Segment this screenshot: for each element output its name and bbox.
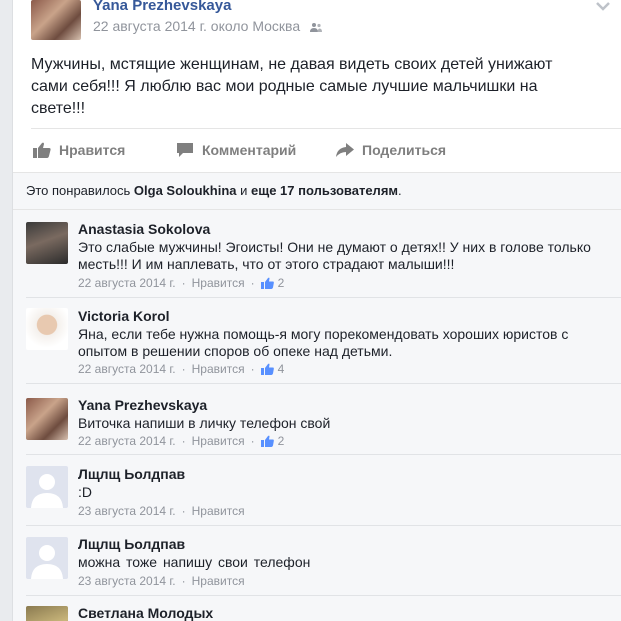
thumbs-up-icon [260,435,274,447]
default-avatar-icon[interactable] [26,537,68,579]
divider [26,383,621,384]
comment-author[interactable]: Victoria Korol [78,308,170,324]
comment-text: Яна, если тебе нужна помощь-я могу порек… [78,326,569,359]
comment-author[interactable]: Лщлщ Ьолдпав [78,536,185,552]
post-meta: 22 августа 2014 г. около Москва [93,18,323,34]
comment-meta: 23 августа 2014 г. · Нравится [78,574,245,588]
avatar[interactable] [26,606,68,621]
avatar[interactable] [26,222,68,264]
post-date-location[interactable]: 22 августа 2014 г. около Москва [93,18,300,34]
comment-like-link[interactable]: Нравится [192,504,245,518]
post-card: Yana Prezhevskaya 22 августа 2014 г. око… [12,0,621,621]
comment-meta: 23 августа 2014 г. · Нравится [78,504,245,518]
comment-like-link[interactable]: Нравится [192,434,245,448]
chevron-down-icon[interactable] [596,2,610,12]
friends-icon[interactable] [310,22,323,32]
comment-date[interactable]: 22 августа 2014 г. [78,434,176,448]
divider [26,595,621,596]
post-text: Мужчины, мстящие женщинам, не давая виде… [31,56,553,117]
comments-list: Anastasia Sokolova Это слабые мужчины! Э… [13,210,621,621]
likes-summary: Это понравилось Olga Soloukhina и еще 17… [13,172,621,210]
like-label: Нравится [59,142,126,158]
comment-meta: 22 августа 2014 г. · Нравится · 4 [78,362,285,376]
comment-text: Виточка напиши в личку телефон свой [78,415,331,431]
comment-date[interactable]: 23 августа 2014 г. [78,574,176,588]
like-button[interactable]: Нравится [33,137,125,163]
comment-like-link[interactable]: Нравится [192,574,245,588]
share-button[interactable]: Поделиться [336,137,446,163]
divider [31,128,621,129]
comment-author[interactable]: Лщлщ Ьолдпав [78,466,185,482]
likes-prefix: Это понравилось [26,183,134,198]
likes-middle: и [236,183,251,198]
thumbs-up-icon [260,277,274,289]
likes-suffix: . [398,183,402,198]
comment-text: Это слабые мужчины! Эгоисты! Они не дума… [78,239,591,272]
comment-like-link[interactable]: Нравится [192,362,245,376]
comment-author[interactable]: Светлана Молодых [78,605,213,621]
thumbs-up-icon [33,142,51,158]
speech-bubble-icon [177,143,193,157]
likes-text: Это понравилось Olga Soloukhina и еще 17… [26,183,402,198]
post-actions: Нравится Комментарий Поделиться [31,137,591,163]
comment-date[interactable]: 23 августа 2014 г. [78,504,176,518]
share-arrow-icon [336,143,354,157]
comment-date[interactable]: 22 августа 2014 г. [78,276,176,290]
liker-name[interactable]: Olga Soloukhina [134,183,237,198]
comment-like-link[interactable]: Нравится [192,276,245,290]
comment-like-count[interactable]: 4 [278,362,285,376]
comment-meta: 22 августа 2014 г. · Нравится · 2 [78,276,285,290]
comment-author[interactable]: Yana Prezhevskaya [78,397,207,413]
comment-like-count[interactable]: 2 [278,276,285,290]
divider [26,525,621,526]
divider [26,297,621,298]
comment-text: можна тоже напишу свои телефон [78,554,311,570]
comment-like-count[interactable]: 2 [278,434,285,448]
avatar[interactable] [26,308,68,350]
avatar[interactable] [26,398,68,440]
divider [26,454,621,455]
default-avatar-icon[interactable] [26,466,68,508]
comment-meta: 22 августа 2014 г. · Нравится · 2 [78,434,285,448]
author-name[interactable]: Yana Prezhevskaya [93,0,231,14]
post-header: Yana Prezhevskaya 22 августа 2014 г. око… [13,0,621,48]
comment-date[interactable]: 22 августа 2014 г. [78,362,176,376]
other-likers-link[interactable]: еще 17 пользователям [251,183,398,198]
author-avatar[interactable] [31,0,81,40]
comment-author[interactable]: Anastasia Sokolova [78,221,210,237]
comment-label: Комментарий [202,142,297,158]
comment-text: :D [78,484,92,500]
comment-button[interactable]: Комментарий [176,137,296,163]
share-label: Поделиться [362,142,447,158]
thumbs-up-icon [260,363,274,375]
